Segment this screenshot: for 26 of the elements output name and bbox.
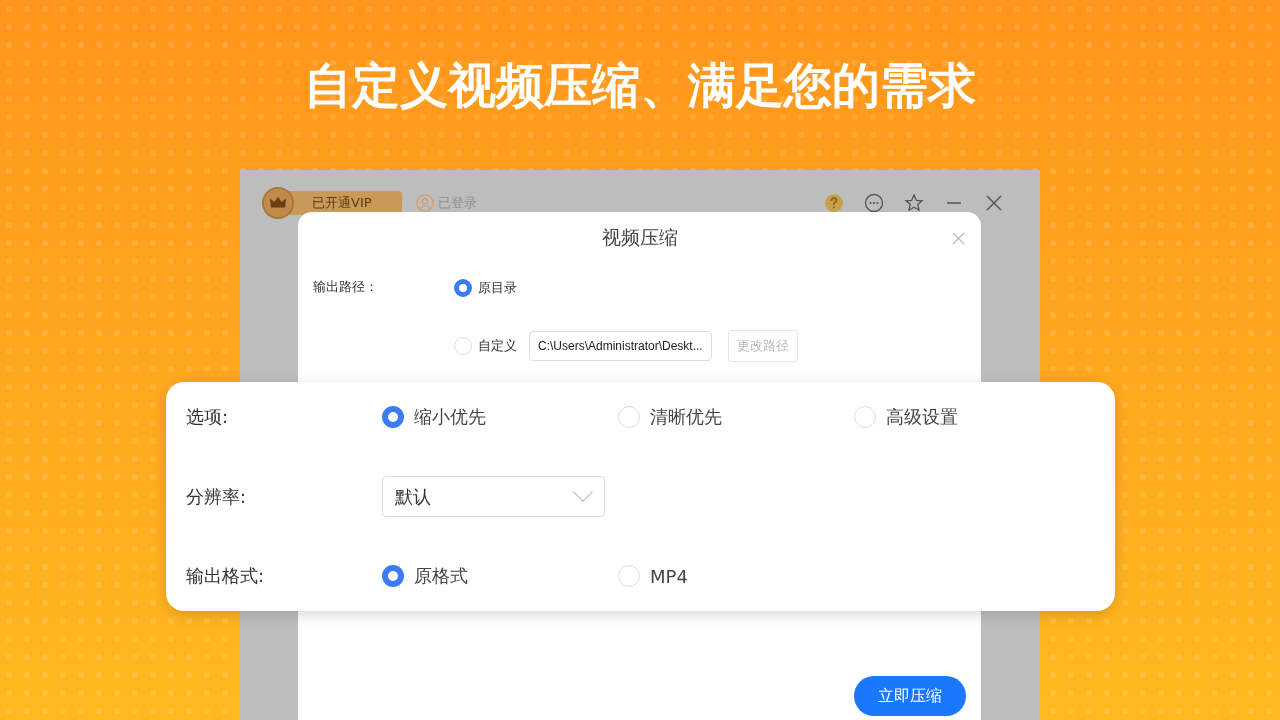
dialog-title: 视频压缩 (601, 225, 678, 250)
field-label: 分辨率: (186, 484, 248, 509)
radio-label[interactable]: 高级设置 (886, 405, 958, 429)
path-field[interactable]: C:\Users\Administrator\Deskt... (529, 331, 712, 361)
close-icon[interactable] (984, 193, 1004, 213)
star-icon[interactable] (904, 193, 924, 213)
headline: 自定义视频压缩、满足您的需求 (304, 56, 976, 115)
user-icon (415, 194, 434, 212)
radio-label[interactable]: 缩小优先 (414, 405, 486, 429)
radio-label[interactable]: 自定义 (478, 337, 517, 355)
radio-label[interactable]: 原格式 (414, 564, 468, 588)
radio-button[interactable] (382, 565, 404, 587)
field-label: 输出格式: (186, 564, 266, 588)
resolution-dropdown[interactable]: 默认 (382, 476, 605, 517)
field-label: 输出路径： (313, 278, 379, 296)
radio-label[interactable]: MP4 (650, 565, 688, 587)
field-label: 选项: (186, 405, 230, 429)
help-icon[interactable] (824, 193, 844, 213)
compress-button[interactable]: 立即压缩 (854, 676, 966, 716)
radio-button[interactable] (454, 279, 472, 297)
more-icon[interactable] (864, 193, 884, 213)
radio-button[interactable] (382, 406, 404, 428)
radio-label[interactable]: 原目录 (478, 279, 517, 297)
crown-icon (262, 187, 294, 219)
chevron-down-icon (572, 490, 594, 503)
radio-label[interactable]: 清晰优先 (650, 405, 722, 429)
